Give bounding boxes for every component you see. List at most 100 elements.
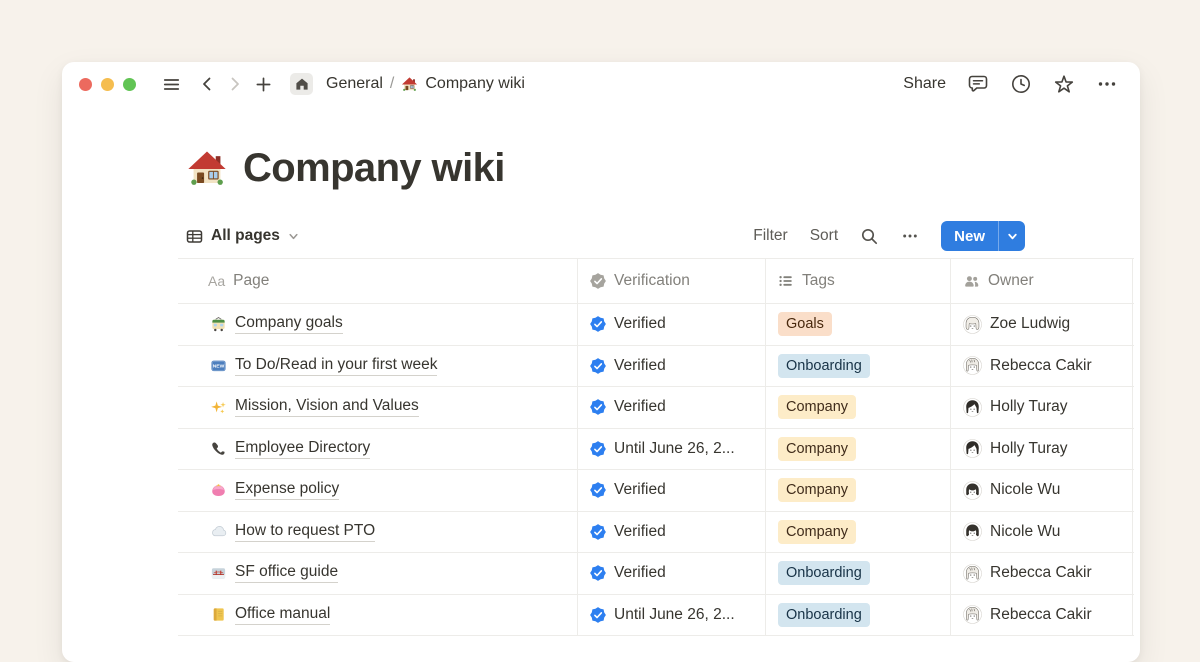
view-switcher[interactable]: All pages [186, 227, 299, 245]
tags-cell[interactable]: Onboarding [766, 553, 951, 594]
column-header-owner[interactable]: Owner [951, 259, 1133, 303]
page-cell[interactable]: SF office guide [178, 553, 578, 594]
toolbar-actions: Share [903, 73, 1118, 95]
verified-badge-icon [590, 524, 606, 540]
owner-avatar [963, 439, 982, 458]
tag-pill[interactable]: Company [778, 395, 856, 419]
verification-cell[interactable]: Until June 26, 2... [578, 429, 766, 470]
page-link[interactable]: Office manual [235, 605, 330, 625]
minimize-window-button[interactable] [101, 78, 114, 91]
close-window-button[interactable] [79, 78, 92, 91]
verification-cell[interactable]: Verified [578, 470, 766, 511]
page-link[interactable]: SF office guide [235, 563, 338, 583]
page-cell[interactable]: How to request PTO [178, 512, 578, 553]
new-button[interactable]: New [941, 221, 998, 251]
clock-icon[interactable] [1010, 73, 1032, 95]
sidebar-menu-icon[interactable] [162, 75, 181, 94]
owner-cell[interactable]: Holly Turay [951, 429, 1133, 470]
page-cell[interactable]: To Do/Read in your first week [178, 346, 578, 387]
verified-badge-icon [590, 358, 606, 374]
owner-avatar [963, 522, 982, 541]
tag-pill[interactable]: Onboarding [778, 561, 870, 585]
window-toolbar: General / Company wiki Share [62, 62, 1140, 106]
page-emoji-icon [210, 440, 227, 457]
search-icon[interactable] [860, 227, 879, 246]
tag-pill[interactable]: Onboarding [778, 354, 870, 378]
owner-cell[interactable]: Rebecca Cakir [951, 346, 1133, 387]
star-icon[interactable] [1053, 73, 1075, 95]
owner-cell[interactable]: Zoe Ludwig [951, 304, 1133, 345]
page-link[interactable]: Expense policy [235, 480, 339, 500]
column-header-page[interactable]: Aa Page [178, 259, 578, 303]
page-link[interactable]: Company goals [235, 314, 343, 334]
breadcrumb-separator: / [390, 75, 394, 93]
table-row[interactable]: How to request PTO Verified Company Nico… [178, 512, 1134, 554]
tags-cell[interactable]: Onboarding [766, 595, 951, 636]
view-more-icon[interactable] [901, 227, 919, 245]
owner-cell[interactable]: Holly Turay [951, 387, 1133, 428]
tag-pill[interactable]: Company [778, 437, 856, 461]
table-row[interactable]: Company goals Verified Goals Zoe Ludwig [178, 304, 1134, 346]
verification-cell[interactable]: Verified [578, 512, 766, 553]
tag-pill[interactable]: Company [778, 478, 856, 502]
nav-forward-icon[interactable] [227, 76, 243, 92]
verified-badge-icon [590, 441, 606, 457]
tag-pill[interactable]: Onboarding [778, 603, 870, 627]
new-page-plus-icon[interactable] [255, 76, 272, 93]
page-cell[interactable]: Office manual [178, 595, 578, 636]
page-cell[interactable]: Mission, Vision and Values [178, 387, 578, 428]
owner-name: Rebecca Cakir [990, 564, 1092, 582]
page-link[interactable]: To Do/Read in your first week [235, 356, 437, 376]
page-cell[interactable]: Company goals [178, 304, 578, 345]
verified-badge-icon [590, 482, 606, 498]
owner-avatar [963, 605, 982, 624]
verification-text: Until June 26, 2... [614, 440, 735, 458]
verification-cell[interactable]: Verified [578, 304, 766, 345]
page-cell[interactable]: Expense policy [178, 470, 578, 511]
table-row[interactable]: SF office guide Verified Onboarding Rebe… [178, 553, 1134, 595]
verification-cell[interactable]: Verified [578, 346, 766, 387]
owner-cell[interactable]: Rebecca Cakir [951, 595, 1133, 636]
home-icon[interactable] [290, 73, 313, 95]
table-row[interactable]: Employee Directory Until June 26, 2... C… [178, 429, 1134, 471]
comment-icon[interactable] [967, 73, 989, 95]
column-header-verification[interactable]: Verification [578, 259, 766, 303]
filter-button[interactable]: Filter [753, 227, 787, 245]
tags-cell[interactable]: Company [766, 387, 951, 428]
page-link[interactable]: Mission, Vision and Values [235, 397, 419, 417]
column-header-tags[interactable]: Tags [766, 259, 951, 303]
page-link[interactable]: How to request PTO [235, 522, 375, 542]
verification-cell[interactable]: Verified [578, 553, 766, 594]
page-link[interactable]: Employee Directory [235, 439, 370, 459]
verification-cell[interactable]: Verified [578, 387, 766, 428]
breadcrumb-page-link[interactable]: Company wiki [425, 75, 525, 93]
tags-cell[interactable]: Onboarding [766, 346, 951, 387]
page-house-emoji-icon[interactable] [186, 148, 228, 190]
tags-cell[interactable]: Goals [766, 304, 951, 345]
page-emoji-icon [210, 357, 227, 374]
owner-cell[interactable]: Nicole Wu [951, 512, 1133, 553]
table-row[interactable]: Mission, Vision and Values Verified Comp… [178, 387, 1134, 429]
new-button-group: New [941, 221, 1025, 251]
owner-cell[interactable]: Rebecca Cakir [951, 553, 1133, 594]
page-cell[interactable]: Employee Directory [178, 429, 578, 470]
more-options-icon[interactable] [1096, 73, 1118, 95]
verification-text: Verified [614, 564, 666, 582]
sort-button[interactable]: Sort [810, 227, 838, 245]
new-button-chevron[interactable] [998, 221, 1025, 251]
maximize-window-button[interactable] [123, 78, 136, 91]
tags-cell[interactable]: Company [766, 429, 951, 470]
tags-cell[interactable]: Company [766, 512, 951, 553]
breadcrumb-root-link[interactable]: General [326, 75, 383, 93]
share-button[interactable]: Share [903, 75, 946, 93]
table-row[interactable]: To Do/Read in your first week Verified O… [178, 346, 1134, 388]
verification-text: Verified [614, 315, 666, 333]
tag-pill[interactable]: Company [778, 520, 856, 544]
owner-cell[interactable]: Nicole Wu [951, 470, 1133, 511]
table-row[interactable]: Expense policy Verified Company Nicole W… [178, 470, 1134, 512]
tag-pill[interactable]: Goals [778, 312, 832, 336]
page-title[interactable]: Company wiki [243, 146, 505, 191]
verification-cell[interactable]: Until June 26, 2... [578, 595, 766, 636]
nav-back-icon[interactable] [199, 76, 215, 92]
tags-cell[interactable]: Company [766, 470, 951, 511]
